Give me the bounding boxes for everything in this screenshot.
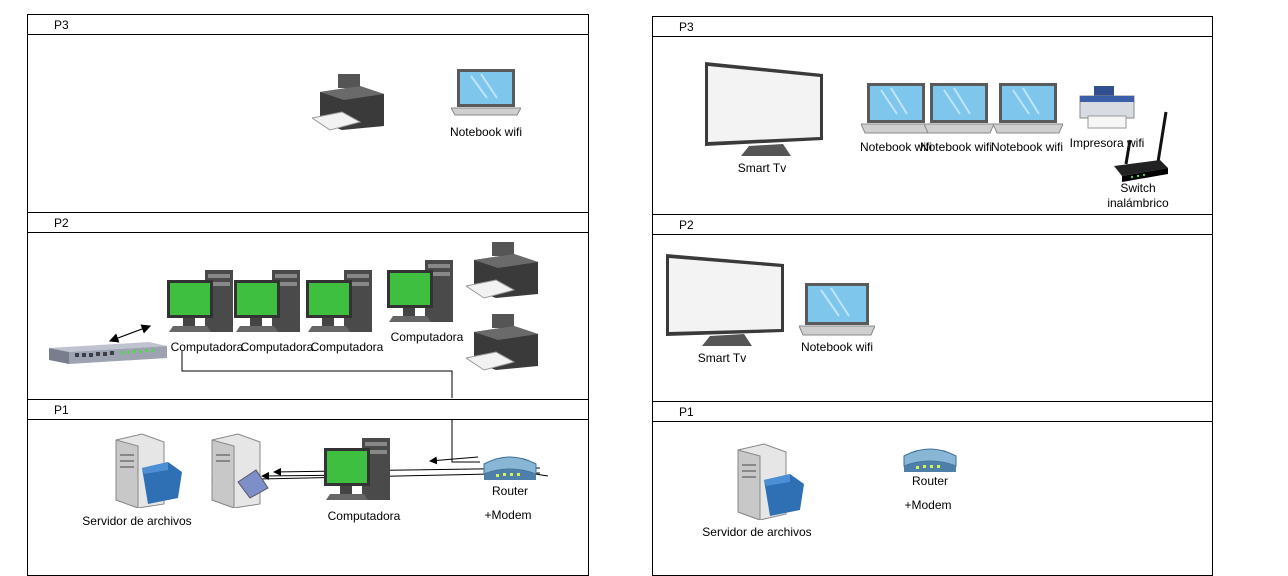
- left-p3-printer: [310, 72, 386, 134]
- right-p3-notebook-2-label: Notebook wifi: [919, 140, 993, 154]
- left-p1-router-label: Router: [491, 484, 529, 498]
- right-p3-switch-label-2: inalámbrico: [1107, 196, 1169, 210]
- right-p3-smart-tv: [703, 60, 825, 158]
- left-p2-title: P2: [54, 216, 69, 230]
- right-p1-file-server: [734, 442, 808, 521]
- router-icon: [903, 448, 957, 472]
- right-p1-file-server-label: Servidor de archivos: [702, 525, 812, 539]
- printer-icon: [310, 74, 384, 131]
- desktop-computer-icon: [324, 438, 390, 500]
- left-p1-header: P1: [28, 400, 588, 420]
- right-p1-router: [900, 444, 960, 474]
- right-p2-smart-tv-label: Smart Tv: [697, 351, 747, 365]
- left-p2-printer-1: [464, 240, 540, 302]
- left-p2-switch: [47, 338, 169, 364]
- switch-icon: [49, 342, 167, 364]
- desktop-computer-icon: [387, 260, 453, 322]
- left-p1-router: [480, 452, 540, 482]
- left-p2-pc-4: [385, 258, 455, 324]
- right-p3-switch-label-1: Switch: [1120, 181, 1156, 195]
- right-p1-header: P1: [653, 402, 1212, 422]
- desktop-computer-icon: [306, 270, 372, 332]
- left-p2-pc-1-label: Computadora: [170, 340, 244, 354]
- right-p2-notebook: [798, 282, 876, 336]
- left-p1-title: P1: [54, 403, 69, 417]
- notebook-icon: [860, 83, 932, 134]
- left-p2-pc-1: [165, 268, 235, 334]
- left-p3-header: P3: [28, 15, 588, 35]
- left-p1-server: [208, 432, 270, 509]
- notebook-icon: [450, 69, 522, 116]
- right-p3-smart-tv-label: Smart Tv: [737, 161, 787, 175]
- left-p1-pc: [322, 436, 392, 502]
- notebook-icon: [923, 83, 995, 134]
- left-p1-file-server-label: Servidor de archivos: [82, 514, 192, 528]
- printer-icon: [464, 314, 538, 371]
- wireless-router-icon: [1114, 111, 1168, 182]
- notebook-icon: [798, 283, 876, 336]
- server-icon: [211, 433, 269, 509]
- right-p3-header: P3: [653, 17, 1212, 37]
- right-p3-title: P3: [679, 20, 694, 34]
- left-p3-title: P3: [54, 18, 69, 32]
- right-p2-notebook-label: Notebook wifi: [800, 340, 874, 354]
- smart-tv-icon: [705, 62, 823, 156]
- left-p3-notebook-label: Notebook wifi: [449, 125, 523, 139]
- file-server-icon: [115, 433, 182, 509]
- file-server-icon: [737, 443, 804, 521]
- left-p1-modem-label: +Modem: [484, 508, 532, 522]
- left-p1-pc-label: Computadora: [327, 509, 401, 523]
- right-p3-notebook-3-label: Notebook wifi: [990, 140, 1064, 154]
- printer-icon: [464, 242, 538, 299]
- right-p3-wireless-switch: [1110, 110, 1170, 182]
- smart-tv-icon: [666, 254, 784, 346]
- right-p2-header: P2: [653, 215, 1212, 235]
- notebook-icon: [992, 83, 1064, 134]
- router-icon: [483, 456, 537, 480]
- desktop-computer-icon: [167, 270, 233, 332]
- left-p2-pc-3-label: Computadora: [310, 340, 384, 354]
- right-p1-router-label: Router: [911, 474, 949, 488]
- right-p3-notebook-1: [860, 82, 932, 134]
- left-p2-pc-4-label: Computadora: [390, 330, 464, 344]
- right-p1-modem-label: +Modem: [904, 498, 952, 512]
- left-p2-printer-2: [464, 312, 540, 374]
- left-p2-pc-3: [304, 268, 374, 334]
- left-p3-notebook: [450, 68, 522, 116]
- left-p2-header: P2: [28, 213, 588, 233]
- right-p3-notebook-2: [923, 82, 995, 134]
- desktop-computer-icon: [234, 270, 300, 332]
- left-p1-file-server: [112, 432, 186, 509]
- right-p3-notebook-3: [992, 82, 1064, 134]
- left-p2-pc-2-label: Computadora: [240, 340, 314, 354]
- right-p2-smart-tv: [664, 252, 786, 348]
- left-p2-pc-2: [232, 268, 302, 334]
- right-p2-title: P2: [679, 218, 694, 232]
- right-p1-title: P1: [679, 405, 694, 419]
